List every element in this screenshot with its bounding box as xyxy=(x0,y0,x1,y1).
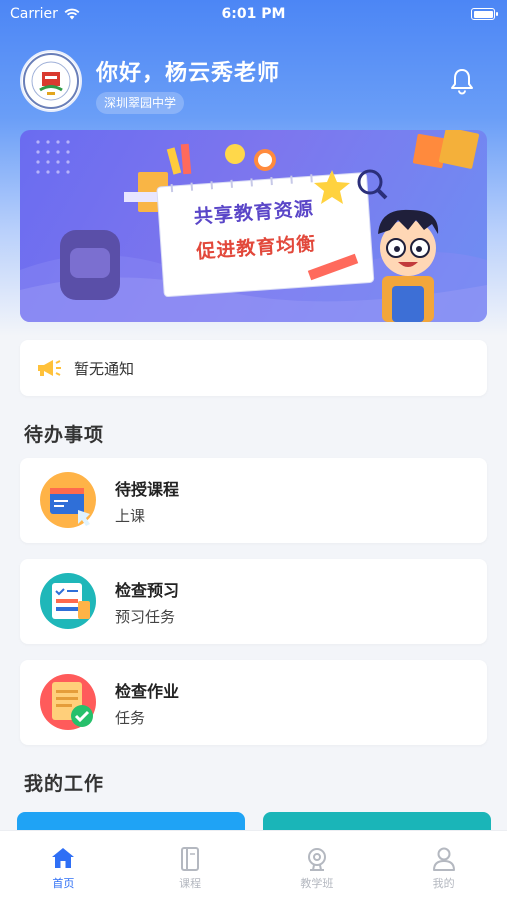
header: 你好，杨云秀老师 深圳翠园中学 xyxy=(20,50,487,116)
class-icon xyxy=(307,848,326,871)
tab-label: 课程 xyxy=(179,877,202,890)
homework-check-icon xyxy=(40,674,96,730)
task-subtitle: 预习任务 xyxy=(115,608,176,626)
status-bar: Carrier 6:01 PM xyxy=(0,0,507,28)
tab-label: 我的 xyxy=(432,877,455,890)
book-icon xyxy=(40,472,96,528)
promo-banner[interactable]: 共享教育资源 促进教育均衡 xyxy=(20,130,487,322)
school-emblem-icon xyxy=(23,53,79,109)
tab-course[interactable]: 课程 xyxy=(127,831,254,900)
task-card-pending-course[interactable]: 待授课程 上课 xyxy=(20,458,487,543)
task-subtitle: 任务 xyxy=(115,709,146,727)
home-icon xyxy=(52,848,75,868)
todo-section-title: 待办事项 xyxy=(24,424,105,446)
bell-icon[interactable] xyxy=(447,66,477,96)
my-work-section-title: 我的工作 xyxy=(24,773,105,795)
tab-label: 教学班 xyxy=(300,877,334,890)
banner-slogan: 共享教育资源 促进教育均衡 xyxy=(168,192,342,266)
tab-home[interactable]: 首页 xyxy=(0,831,127,900)
greeting-text: 你好，杨云秀老师 xyxy=(96,61,281,86)
school-name-badge: 深圳翠园中学 xyxy=(96,92,185,114)
tab-class[interactable]: 教学班 xyxy=(254,831,381,900)
task-title: 待授课程 xyxy=(115,480,180,499)
notice-bar[interactable]: 暂无通知 xyxy=(20,340,487,396)
task-title: 检查作业 xyxy=(115,682,180,701)
course-book-icon xyxy=(181,847,200,871)
task-card-check-homework[interactable]: 检查作业 任务 xyxy=(20,660,487,745)
tab-profile[interactable]: 我的 xyxy=(380,831,507,900)
school-logo[interactable] xyxy=(20,50,82,112)
profile-icon xyxy=(432,847,455,871)
battery-icon xyxy=(471,8,498,20)
status-time: 6:01 PM xyxy=(221,6,286,22)
tab-label: 首页 xyxy=(52,877,75,890)
task-card-check-preview[interactable]: 检查预习 预习任务 xyxy=(20,559,487,644)
task-subtitle: 上课 xyxy=(115,507,146,525)
task-title: 检查预习 xyxy=(115,581,180,600)
notice-text: 暂无通知 xyxy=(74,359,135,378)
bottom-tab-bar: 首页 课程 教学班 我的 xyxy=(0,830,507,900)
preview-checklist-icon xyxy=(40,573,96,629)
megaphone-icon xyxy=(38,360,61,376)
